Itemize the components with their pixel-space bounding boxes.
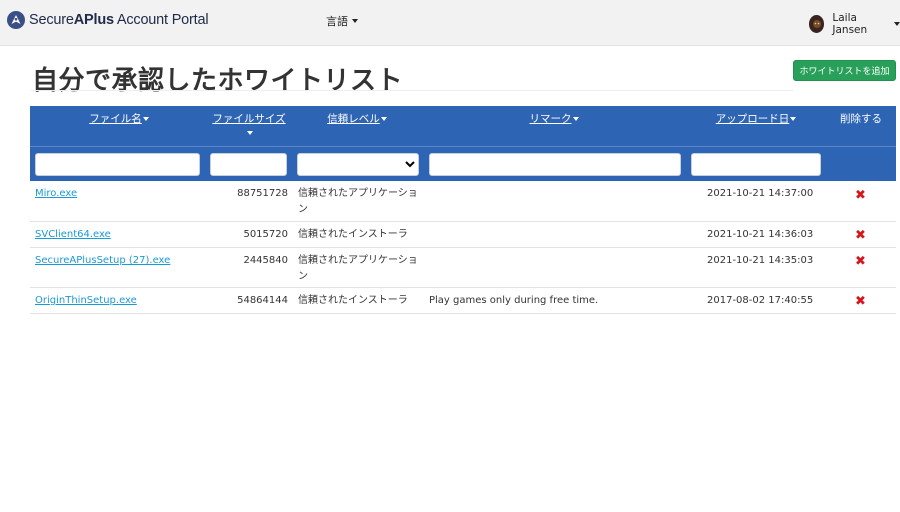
filename-cell: OriginThinSetup.exe — [35, 293, 137, 309]
filename-link[interactable]: SVClient64.exe — [35, 229, 111, 240]
filename-link[interactable]: SecureAPlusSetup (27).exe — [35, 255, 170, 266]
brand-logo-icon — [7, 11, 25, 29]
filesize-cell: 5015720 — [243, 229, 288, 240]
table-row: SecureAPlusSetup (27).exe 2445840 信頼されたア… — [30, 248, 896, 288]
brand-name: SecureAPlus Account Portal — [29, 12, 209, 28]
caret-down-icon — [572, 117, 579, 121]
filter-divider — [30, 146, 896, 147]
sort-filename-link[interactable]: ファイル名 — [89, 113, 142, 125]
remark-cell: Play games only during free time. — [429, 295, 599, 306]
column-header-filesize-label: ファイルサイズ — [212, 113, 286, 125]
column-header-delete: 削除する — [840, 113, 882, 125]
delete-x-icon[interactable]: ✖ — [855, 255, 866, 268]
filesize-cell: 54864144 — [237, 295, 288, 306]
user-menu[interactable]: Laila Jansen — [809, 12, 900, 36]
trust-level-cell: 信頼されたアプリケーション — [298, 188, 418, 215]
filename-link[interactable]: OriginThinSetup.exe — [35, 295, 137, 306]
upload-date-cell: 2017-08-02 17:40:55 — [707, 295, 814, 306]
whitelist-table: ファイル名 ファイルサイズ 信頼レベル リマーク アップロード日 削除する Mi… — [30, 106, 896, 314]
trust-level-cell: 信頼されたインストーラ — [298, 229, 408, 240]
top-navbar: SecureAPlus Account Portal 言語 Laila Jans… — [0, 0, 900, 46]
column-header-filename-label: ファイル名 — [89, 113, 142, 125]
language-label: 言語 — [326, 15, 348, 28]
column-header-trust-level: 信頼レベル — [296, 112, 418, 126]
filesize-cell: 2445840 — [243, 255, 288, 266]
column-header-remark: リマーク — [428, 112, 680, 126]
page-title: 自分で承認したホワイトリスト — [32, 66, 404, 96]
trust-level-filter-select[interactable] — [297, 153, 419, 176]
filename-filter-input[interactable] — [35, 153, 200, 176]
caret-down-icon — [790, 117, 797, 121]
brand[interactable]: SecureAPlus Account Portal — [7, 11, 209, 29]
upload-date-cell: 2021-10-21 14:36:03 — [707, 229, 814, 240]
column-header-remark-label: リマーク — [529, 113, 572, 125]
sort-filesize-link[interactable]: ファイルサイズ — [212, 113, 285, 125]
column-header-upload-date: アップロード日 — [690, 112, 822, 126]
table-row: Miro.exe 88751728 信頼されたアプリケーション 2021-10-… — [30, 181, 896, 222]
title-divider — [31, 90, 793, 91]
trust-level-cell: 信頼されたアプリケーション — [298, 255, 418, 282]
filesize-filter-input[interactable] — [210, 153, 287, 176]
table-header: ファイル名 ファイルサイズ 信頼レベル リマーク アップロード日 削除する — [30, 106, 896, 181]
avatar — [809, 15, 825, 33]
sort-upload-date-link[interactable]: アップロード日 — [716, 113, 790, 125]
filesize-cell: 88751728 — [237, 188, 288, 199]
caret-down-icon — [894, 22, 900, 26]
upload-date-cell: 2021-10-21 14:35:03 — [707, 255, 814, 266]
delete-x-icon[interactable]: ✖ — [855, 189, 866, 202]
caret-down-icon — [142, 117, 149, 121]
filename-cell: SecureAPlusSetup (27).exe — [35, 253, 170, 269]
upload-date-cell: 2021-10-21 14:37:00 — [707, 188, 814, 199]
sort-remark-link[interactable]: リマーク — [530, 113, 572, 125]
column-header-filename: ファイル名 — [34, 112, 204, 126]
caret-down-icon — [246, 131, 253, 135]
brand-name-suffix: Account Portal — [113, 12, 209, 28]
column-header-trust-level-label: 信頼レベル — [327, 113, 380, 125]
add-whitelist-button[interactable]: ホワイトリストを追加 — [793, 60, 896, 81]
upload-date-filter-input[interactable] — [691, 153, 821, 176]
table-row: SVClient64.exe 5015720 信頼されたインストーラ 2021-… — [30, 222, 896, 248]
delete-x-icon[interactable]: ✖ — [855, 229, 866, 242]
filename-link[interactable]: Miro.exe — [35, 188, 77, 199]
trust-level-cell: 信頼されたインストーラ — [298, 295, 408, 306]
brand-name-prefix: Secure — [29, 12, 74, 28]
filename-cell: Miro.exe — [35, 186, 77, 202]
user-name: Laila Jansen — [832, 12, 868, 36]
sort-trust-level-link[interactable]: 信頼レベル — [327, 113, 380, 125]
caret-down-icon — [352, 19, 358, 23]
column-header-filesize: ファイルサイズ — [208, 112, 290, 140]
caret-down-icon — [380, 117, 387, 121]
table-row: OriginThinSetup.exe 54864144 信頼されたインストーラ… — [30, 288, 896, 314]
filename-cell: SVClient64.exe — [35, 227, 111, 243]
delete-x-icon[interactable]: ✖ — [855, 295, 866, 308]
brand-name-bold: APlus — [73, 12, 114, 28]
language-dropdown[interactable]: 言語 — [326, 13, 358, 29]
remark-filter-input[interactable] — [429, 153, 681, 176]
column-header-upload-date-label: アップロード日 — [715, 113, 790, 125]
